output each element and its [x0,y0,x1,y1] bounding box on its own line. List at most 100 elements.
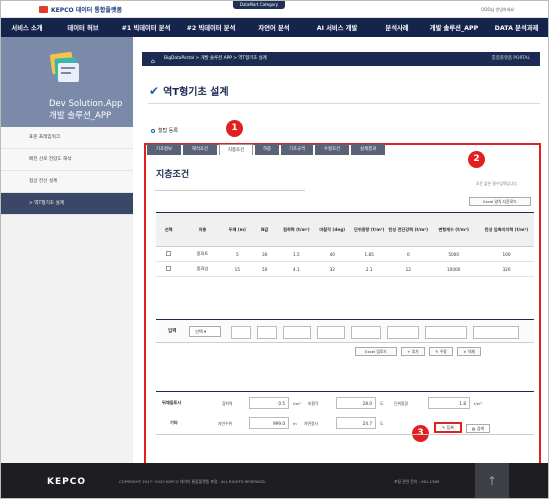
delete-button[interactable]: × 삭제 [457,347,481,356]
table-cell: 40 [314,246,351,262]
table-cell: 풍화토 [181,246,224,262]
add-button[interactable]: + 추가 [401,347,425,356]
edit-label: 수정 [439,349,447,354]
delete-label: 삭제 [467,349,475,354]
section-heading-text: 철탑 등록 [158,128,178,134]
backfill-label: 뒤채움토사 [162,400,182,405]
groundwater-text: 지반수위 [218,421,232,426]
home-icon[interactable]: ⌂ [151,55,155,69]
app-window: KEPCO 데이터 통합플랫폼 DataMart Category OOO님 안… [0,0,549,499]
thickness-input[interactable] [231,326,251,339]
nav-item-data-hub[interactable]: 데이터 허브 [53,23,113,32]
layer-select[interactable]: 선택 ▾ [189,326,221,337]
tab-basic-info[interactable]: 기초정보 [147,144,181,155]
table-cell: 5000 [428,246,479,262]
friction-angle-input[interactable] [317,326,345,339]
unit-weight-input[interactable] [351,326,381,339]
col-header: 탄성 압축지지력 (t/m²) [479,212,534,247]
sidebar-item-voltage-analysis[interactable]: 배전 선로 전압도 해석 [1,149,133,171]
footer-copyright: COPYRIGHT 2017~2020 KEPCO 데이터 통합플랫폼 포털 .… [119,479,266,484]
row-checkbox[interactable] [166,251,172,256]
main-content: ⌂ BigDataPortal > 개발 솔루션 APP > 역T형기초 설계 … [133,37,548,484]
add-label: 추가 [411,349,419,354]
main-nav: 서비스 소개 데이터 허브 #1 빅데이터 분석 #2 빅데이터 분석 자연어 … [1,18,548,37]
row-select-cell [156,246,182,262]
nav-item-bigdata-2[interactable]: #2 빅데이터 분석 [179,23,243,32]
col-header: 지층 [181,212,224,247]
col-header: 선택 [156,212,182,247]
sidebar-item-framework[interactable]: 표준 프레임워크 [1,127,133,149]
deformation-modulus-input[interactable] [425,326,467,339]
table-row[interactable]: 풍화암 15 50 4.1 32 2.1 12 10000 320 [156,261,534,277]
sidebar-item-inverted-t-foundation[interactable]: > 역T형기초 설계 [1,193,133,215]
register-button[interactable]: ✎ 등록 [434,422,462,433]
nav-item-nlp[interactable]: 자연어 분석 [243,23,305,32]
table-cell: 5 [223,246,251,262]
backfill-cohesion-input[interactable]: 0.5 [249,397,289,409]
unit-text: t/m³ [474,401,482,406]
tab-soil-conditions[interactable]: 지층조건 [219,144,253,155]
cohesion-input[interactable] [283,326,311,339]
layer-select-value: 선택 [195,329,203,334]
sidebar-item-wire-design[interactable]: 접상 전선 설계 [1,171,133,193]
nav-item-dev-solution[interactable]: 개발 솔루션_APP [425,23,483,32]
tab-analysis-conditions[interactable]: 해석조건 [183,144,217,155]
table-cell: 1.85 [350,246,389,262]
datamart-category-tab[interactable]: DataMart Category [233,1,285,9]
search-button[interactable]: ▤ 검색 [466,424,490,433]
table-cell: 1.5 [278,246,315,262]
sidebar-menu: 표준 프레임워크 배전 선로 전압도 해석 접상 전선 설계 > 역T형기초 설… [1,127,133,215]
slope-input[interactable]: 24.7 [336,417,376,429]
table-row[interactable]: 풍화토 5 30 1.5 40 1.85 0 5000 100 [156,246,534,262]
backfill-unit-weight-input[interactable]: 1.8 [428,397,470,409]
col-header: N값 [251,212,279,247]
sidebar-header: Dev Solution.App 개발 솔루션_APP [1,37,133,127]
unit-text: 도 [380,421,384,426]
subsection-title: 지층조건 [156,170,190,180]
row-select-cell [156,261,182,277]
scroll-top-icon[interactable]: ↑ [475,463,509,498]
tab-horizontal-conditions[interactable]: 수평조건 [315,144,349,155]
unit-text: t/m² [293,401,301,406]
input-row-label: 입력 [168,329,177,334]
shear-strength-input[interactable] [387,326,419,339]
footer-contact: 포털 관련 문의 : 061-1585 [394,479,440,484]
excel-upload-button[interactable]: Excel 업로드 [355,347,397,356]
tab-load[interactable]: 하중 [255,144,279,155]
page-title: ✔ 역T형기초 설계 [149,83,229,99]
kepco-logo[interactable]: KEPCO 데이터 통합플랫폼 [39,5,122,14]
edit-button[interactable]: ✎ 수정 [429,347,453,356]
n-value-input[interactable] [257,326,277,339]
nav-item-bigdata-1[interactable]: #1 빅데이터 분석 [113,23,179,32]
input-row: 입력 선택 ▾ [156,319,534,343]
soil-table: 선택 지층 두께 (m) N값 점착력 (t/m²) 마찰각 (deg) 단위중… [156,212,534,277]
row-checkbox[interactable] [166,266,172,271]
table-cell: 320 [479,261,534,277]
nav-item-analysis-cases[interactable]: 분석사례 [369,23,425,32]
excel-download-button[interactable]: Excel 양식 다운로드 [469,197,531,206]
unit-text: 도 [380,401,384,406]
col-header: 단위중량 (t/m³) [350,212,389,247]
required-note: 모든 값은 필수입력입니다. [475,181,518,186]
sidebar-title: Dev Solution.App 개발 솔루션_APP [49,98,122,122]
table-cell: 32 [314,261,351,277]
title-divider [148,103,540,104]
table-cell: 12 [388,261,429,277]
backfill-friction-input[interactable]: 28.0 [336,397,376,409]
tab-design-result[interactable]: 설계결과 [351,144,385,155]
nav-item-ai-service[interactable]: AI 서비스 개발 [305,23,369,32]
portal-label: 통합플랫폼 PORTAL [491,56,530,61]
section-heading: 철탑 등록 [151,127,178,134]
groundwater-input[interactable]: 999.0 [249,417,289,429]
col-header: 점착력 (t/m²) [278,212,315,247]
bearing-capacity-input[interactable] [473,326,519,339]
nav-item-service-intro[interactable]: 서비스 소개 [1,23,53,32]
user-greeting: OOO님 안녕하세요 [481,7,514,12]
table-cell: 100 [479,246,534,262]
sidebar-title-ko: 개발 솔루션_APP [49,111,112,121]
nav-item-data-tasks[interactable]: DATA 분석과제 [483,23,548,32]
table-cell: 4.1 [278,261,315,277]
bullet-icon [151,128,155,133]
tab-foundation-spec[interactable]: 기초규격 [281,144,313,155]
sidebar-title-en: Dev Solution.App [49,99,123,109]
